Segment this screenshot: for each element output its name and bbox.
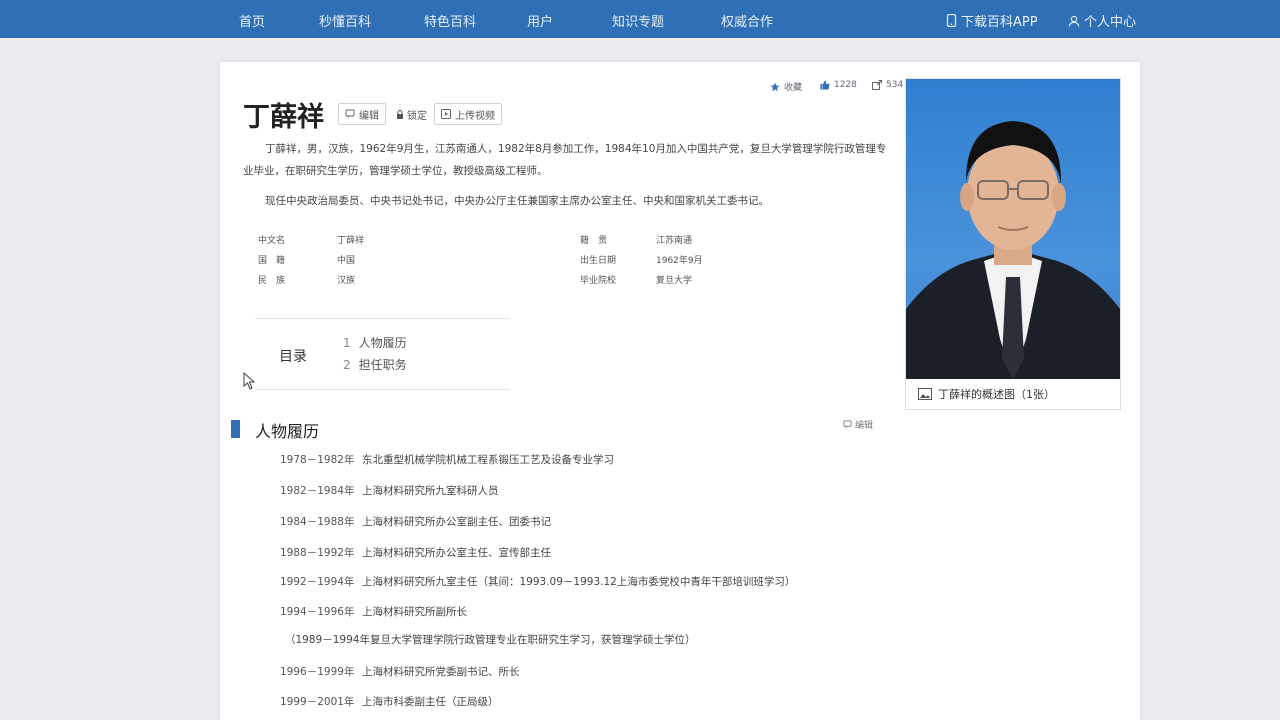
- timeline-years: 1996－1999年: [280, 666, 355, 678]
- toc-item-number: 1: [343, 336, 351, 350]
- personal-center-link[interactable]: 个人中心: [1068, 11, 1136, 30]
- info-label-ethnicity: 民 族: [258, 276, 286, 286]
- toc-item-number: 2: [343, 358, 351, 372]
- timeline-text: 上海市科委副主任（正局级）: [362, 696, 499, 708]
- timeline-row: （1989－1994年复旦大学管理学院行政管理专业在职研究生学习，获管理学硕士学…: [285, 632, 695, 647]
- nav-topics[interactable]: 知识专题: [612, 11, 664, 30]
- summary-photo-card[interactable]: 丁薛祥的概述图（1张）: [905, 78, 1121, 410]
- intro-paragraph-1: 丁薛祥，男，汉族，1962年9月生，江苏南通人，1982年8月参加工作，1984…: [243, 143, 887, 177]
- timeline-row: 1984－1988年 上海材料研究所办公室副主任、团委书记: [280, 514, 551, 529]
- nav-home[interactable]: 首页: [239, 11, 265, 30]
- timeline-text: （1989－1994年复旦大学管理学院行政管理专业在职研究生学习，获管理学硕士学…: [285, 634, 696, 646]
- upload-video-button[interactable]: 上传视频: [434, 103, 502, 125]
- photo-caption-text: 丁薛祥的概述图（1张）: [938, 388, 1055, 401]
- user-icon: [1068, 15, 1080, 27]
- edit-icon: [345, 109, 355, 118]
- timeline-text: 上海材料研究所办公室主任、宣传部主任: [362, 547, 551, 559]
- portrait-image: [906, 121, 1120, 379]
- info-label-birth-date: 出生日期: [580, 256, 617, 266]
- download-app-link[interactable]: 下载百科APP: [946, 11, 1038, 30]
- collect-label: 收藏: [784, 83, 803, 93]
- timeline-text: 上海材料研究所党委副书记、所长: [362, 666, 520, 678]
- top-nav: 首页 秒懂百科 特色百科 用户 知识专题 权威合作 下载百科APP 个人中心: [0, 0, 1280, 38]
- gallery-icon: [918, 388, 932, 400]
- info-label-chinese-name: 中文名: [258, 236, 286, 246]
- info-label-native-place: 籍 贯: [580, 236, 608, 246]
- timeline-years: 1999－2001年: [280, 696, 355, 708]
- photo-caption[interactable]: 丁薛祥的概述图（1张）: [918, 386, 1055, 402]
- timeline-years: 1994－1996年: [280, 606, 355, 618]
- info-value-alma-mater[interactable]: 复旦大学: [656, 273, 692, 286]
- section-edit-button[interactable]: 编辑: [843, 418, 873, 431]
- toc-item-positions[interactable]: 2 担任职务: [343, 356, 407, 373]
- timeline-row: 1978－1982年 东北重型机械学院机械工程系锻压工艺及设备专业学习: [280, 452, 614, 467]
- section-title: 人物履历: [255, 422, 320, 441]
- info-value-birth-date: 1962年9月: [656, 256, 703, 266]
- share-count: 534: [886, 80, 904, 90]
- collect-button[interactable]: 收藏: [770, 80, 802, 93]
- phone-icon: [946, 14, 957, 27]
- timeline-text: 上海材料研究所办公室副主任、团委书记: [362, 516, 551, 528]
- toc-item-career[interactable]: 1 人物履历: [343, 334, 407, 351]
- lock-label: 锁定: [407, 111, 427, 122]
- timeline-row: 1999－2001年 上海市科委副主任（正局级）: [280, 694, 499, 709]
- timeline-years: 1988－1992年: [280, 547, 355, 559]
- personal-center-label: 个人中心: [1084, 15, 1137, 30]
- like-count: 1228: [834, 80, 857, 90]
- section-edit-label: 编辑: [855, 421, 874, 431]
- timeline-years: 1992－1994年: [280, 576, 355, 588]
- share-button[interactable]: 534: [872, 80, 903, 90]
- nav-user[interactable]: 用户: [527, 11, 553, 30]
- edit-button-label: 编辑: [359, 110, 379, 122]
- timeline-row: 1982－1984年 上海材料研究所九室科研人员: [280, 483, 499, 498]
- upload-video-label: 上传视频: [455, 110, 495, 122]
- edit-icon: [843, 420, 852, 429]
- info-value-native-place[interactable]: 江苏南通: [656, 233, 692, 246]
- info-label-alma-mater: 毕业院校: [580, 276, 617, 286]
- nav-partners[interactable]: 权威合作: [721, 11, 773, 30]
- thumbs-up-icon: [820, 80, 830, 90]
- nav-miaodong[interactable]: 秒懂百科: [319, 11, 371, 30]
- star-icon: [770, 82, 780, 91]
- nav-featured[interactable]: 特色百科: [424, 11, 476, 30]
- toc-title: 目录: [279, 349, 307, 365]
- timeline-years: 1978－1982年: [280, 454, 355, 466]
- section-marker: [231, 420, 240, 438]
- download-app-label: 下载百科APP: [961, 15, 1038, 30]
- timeline-text: 上海材料研究所九室科研人员: [362, 485, 499, 497]
- intro-paragraph-2: 现任中央政治局委员、中央书记处书记，中央办公厅主任兼国家主席办公室主任、中央和国…: [265, 195, 769, 207]
- portrait-photo[interactable]: [906, 79, 1120, 379]
- lock-status: 锁定: [396, 107, 427, 122]
- timeline-text: 上海材料研究所九室主任（其间：1993.09－1993.12上海市委党校中青年干…: [362, 576, 796, 588]
- timeline-years: 1982－1984年: [280, 485, 355, 497]
- lock-icon: [397, 109, 403, 119]
- page-title: 丁薛祥: [243, 102, 324, 133]
- timeline-text: 上海材料研究所副所长: [362, 606, 467, 618]
- timeline-row: 1992－1994年 上海材料研究所九室主任（其间：1993.09－1993.12…: [280, 574, 795, 589]
- video-icon: [441, 109, 451, 119]
- share-icon: [872, 80, 882, 90]
- info-label-nationality: 国 籍: [258, 256, 286, 266]
- toc-item-label: 人物履历: [358, 336, 407, 350]
- like-button[interactable]: 1228: [820, 80, 857, 90]
- timeline-text: 东北重型机械学院机械工程系锻压工艺及设备专业学习: [362, 454, 614, 466]
- info-value-chinese-name: 丁薛祥: [337, 236, 365, 246]
- table-of-contents: 目录 1 人物履历 2 担任职务: [255, 318, 510, 390]
- timeline-years: 1984－1988年: [280, 516, 355, 528]
- timeline-row: 1988－1992年 上海材料研究所办公室主任、宣传部主任: [280, 545, 551, 560]
- timeline-row: 1994－1996年 上海材料研究所副所长: [280, 604, 467, 619]
- info-value-ethnicity[interactable]: 汉族: [337, 273, 355, 286]
- info-value-nationality[interactable]: 中国: [337, 253, 355, 266]
- edit-button[interactable]: 编辑: [338, 103, 386, 125]
- toc-item-label: 担任职务: [358, 358, 407, 372]
- mouse-cursor-icon: [243, 372, 256, 390]
- timeline-row: 1996－1999年 上海材料研究所党委副书记、所长: [280, 664, 520, 679]
